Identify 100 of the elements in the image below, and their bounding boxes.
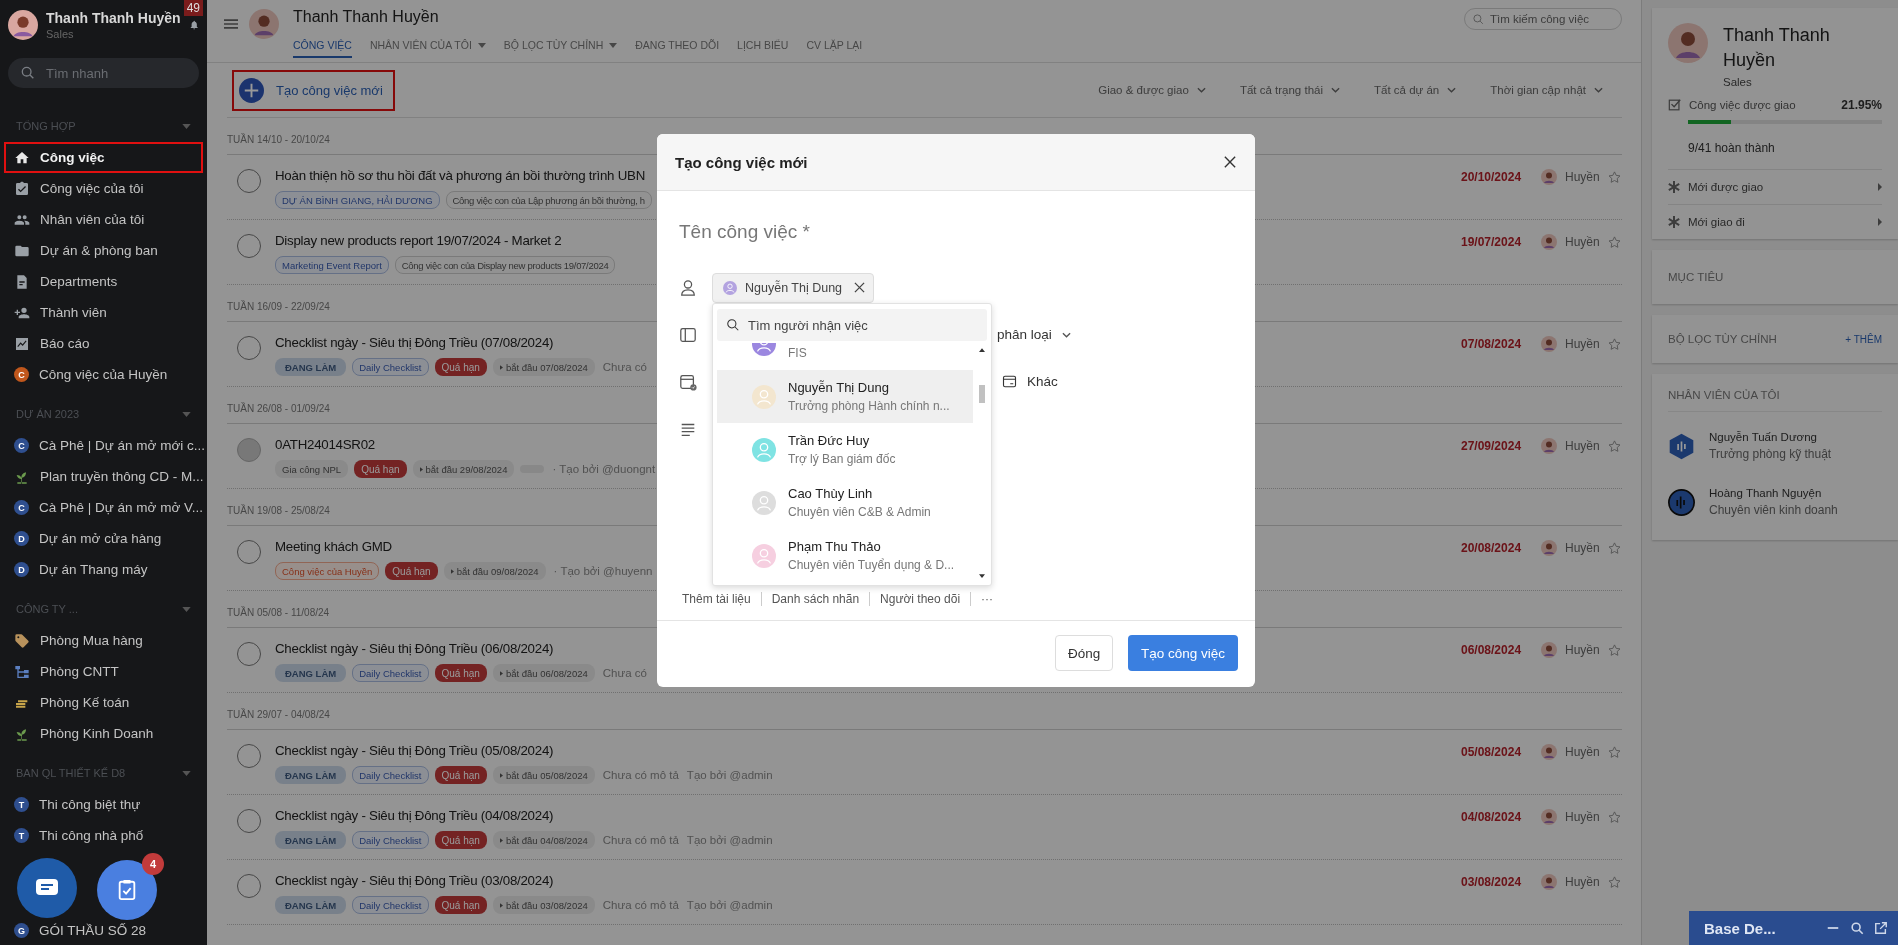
toolbar-item[interactable]: ··· xyxy=(981,592,994,606)
scroll-down-icon[interactable] xyxy=(979,574,985,578)
tag: Gia công NPL xyxy=(275,460,349,478)
toolbar-item[interactable]: Người theo dõi xyxy=(880,592,961,606)
assignee-chip[interactable]: Nguyễn Thị Dung xyxy=(712,272,875,303)
filter-dropdown[interactable]: Thời gian cập nhật xyxy=(1490,84,1603,96)
profile-role: Sales xyxy=(1723,76,1753,88)
sidebar-item[interactable]: Công việc của tôi xyxy=(0,173,207,204)
tag: ĐANG LÀM xyxy=(275,664,347,682)
sidebar-item[interactable]: Phòng Kế toán xyxy=(0,687,207,718)
sidebar-item[interactable]: Phòng CNTT xyxy=(0,656,207,687)
sidebar-item[interactable]: Báo cáo xyxy=(0,328,207,359)
staff-name[interactable]: Nguyễn Tuấn Dương xyxy=(1709,431,1832,443)
star-icon[interactable] xyxy=(1607,234,1622,250)
caret-icon[interactable] xyxy=(182,770,191,776)
task-title[interactable]: Checklist ngày - Siêu thị Đông Triều (03/08/2024) xyxy=(275,871,1461,891)
filter-dropdown[interactable]: Tất cả dự án xyxy=(1374,84,1457,96)
star-icon[interactable] xyxy=(1607,438,1622,454)
task-title[interactable]: Checklist ngày - Siêu thị Đông Triều (04/08/2024) xyxy=(275,806,1461,826)
toolbar-item[interactable]: Thêm tài liệu xyxy=(682,592,751,606)
search-icon xyxy=(726,318,740,332)
star-icon[interactable] xyxy=(1607,744,1622,760)
sidebar-item[interactable]: Departments xyxy=(0,266,207,297)
week-title: TUẦN 14/10 - 20/10/24 xyxy=(227,134,330,145)
chat-widget-bar[interactable]: Base De... xyxy=(1689,911,1898,945)
sidebar-item[interactable]: Plan truyền thông CD - M... xyxy=(0,461,207,492)
sidebar-item[interactable]: C Cà Phê | Dự án mở mới c... xyxy=(0,430,207,461)
person-option[interactable]: FIS xyxy=(717,343,973,370)
plus-icon xyxy=(239,77,264,103)
week-title: TUẦN 26/08 - 01/09/24 xyxy=(227,403,330,414)
sidebar-item[interactable]: Thành viên xyxy=(0,297,207,328)
search-icon xyxy=(1472,13,1485,26)
person-option[interactable]: Phạm Thu Thảo Chuyên viên Tuyển dụng & D... xyxy=(717,529,973,582)
due-date: 19/07/2024 xyxy=(1461,235,1523,249)
search-field[interactable]: Tìm kiếm công việc xyxy=(1464,8,1622,30)
menu-icon[interactable] xyxy=(224,19,238,29)
sidebar-item[interactable]: C Công việc của Huyền xyxy=(0,359,207,390)
star-icon[interactable] xyxy=(1607,809,1622,825)
profile-link[interactable]: Mới giao đi xyxy=(1668,204,1882,239)
category-select[interactable]: phân loại xyxy=(997,327,1071,342)
sidebar-item[interactable]: Công việc xyxy=(4,142,203,173)
close-icon[interactable] xyxy=(1224,156,1236,168)
caret-icon[interactable] xyxy=(182,123,191,129)
caret-icon[interactable] xyxy=(182,411,191,417)
user-name: Thanh Thanh Huyền xyxy=(46,10,181,26)
sidebar-item[interactable]: Dự án & phòng ban xyxy=(0,235,207,266)
star-icon[interactable] xyxy=(1607,540,1622,556)
letter-avatar: C xyxy=(14,438,29,453)
assignee-avatar xyxy=(1541,336,1557,352)
card-title: MỤC TIÊU xyxy=(1668,271,1724,283)
chevron-icon xyxy=(1196,87,1206,93)
checkbox-icon xyxy=(1668,98,1682,112)
sidebar-item[interactable]: G GÓI THẦU SỐ 28 xyxy=(0,915,207,945)
sidebar-item[interactable]: Phòng Kinh Doanh xyxy=(0,718,207,749)
person-option[interactable]: Nguyễn Thị Dung Trưởng phòng Hành chính n... xyxy=(717,370,973,423)
scroll-up-icon[interactable] xyxy=(979,348,985,352)
other-option[interactable]: Khác xyxy=(1002,374,1058,389)
assignee-name: Huyền xyxy=(1565,643,1601,657)
calendar-check-icon xyxy=(679,372,697,391)
sidebar-item[interactable]: Phòng Mua hàng xyxy=(0,625,207,656)
sidebar-item[interactable]: D Dự án mở cửa hàng xyxy=(0,523,207,554)
remove-icon[interactable] xyxy=(854,282,866,293)
letter-avatar: T xyxy=(14,828,29,843)
search-field[interactable]: Tìm người nhận việc xyxy=(717,309,987,341)
add-link[interactable]: + THÊM xyxy=(1845,333,1882,345)
profile-link[interactable]: Mới được giao xyxy=(1668,169,1882,204)
arrow-icon xyxy=(1878,218,1882,226)
document-icon xyxy=(14,273,30,290)
caret-icon xyxy=(477,42,486,48)
task-title[interactable]: Checklist ngày - Siêu thị Đông Triều (05/08/2024) xyxy=(275,741,1461,761)
person-option[interactable]: Cao Thùy Linh Chuyên viên C&B & Admin xyxy=(717,476,973,529)
search-field[interactable]: Tìm nhanh xyxy=(8,58,199,88)
tab[interactable]: CÔNG VIỆC xyxy=(293,34,352,58)
external-link-icon[interactable] xyxy=(1874,921,1888,935)
sidebar-item[interactable]: C Cà Phê | Dự án mở mở V... xyxy=(0,492,207,523)
person-option[interactable]: Trần Đức Huy Trợ lý Ban giám đốc xyxy=(717,423,973,476)
create-task-button[interactable]: Tạo công việc mới xyxy=(232,69,395,111)
hexagon-logo-icon xyxy=(1668,432,1695,460)
tag: ĐANG LÀM xyxy=(275,358,347,376)
triangle-icon xyxy=(450,568,454,574)
tag: Quá hạn xyxy=(434,896,487,914)
scrollbar-thumb[interactable] xyxy=(979,385,985,403)
created-by: Tạo bởi @admin xyxy=(686,899,773,911)
staff-name[interactable]: Hoàng Thanh Nguyện xyxy=(1709,487,1838,499)
sidebar-item[interactable]: D Dự án Thang máy xyxy=(0,554,207,585)
filter-dropdown[interactable]: Tất cả trạng thái xyxy=(1239,84,1340,96)
sidebar-item[interactable]: Nhân viên của tôi xyxy=(0,204,207,235)
star-icon[interactable] xyxy=(1607,169,1622,185)
create-button[interactable]: Tạo công việc xyxy=(1128,635,1238,671)
star-icon[interactable] xyxy=(1607,642,1622,658)
search-icon[interactable] xyxy=(1850,921,1864,935)
toolbar-item[interactable]: Danh sách nhãn xyxy=(771,592,860,606)
close-button[interactable]: Đóng xyxy=(1055,635,1113,671)
caret-icon[interactable] xyxy=(182,606,191,612)
star-icon[interactable] xyxy=(1607,336,1622,352)
sidebar-item[interactable]: T Thi công nhà phố xyxy=(0,820,207,851)
start-date-tag: bắt đầu 05/08/2024 xyxy=(492,766,595,784)
star-icon[interactable] xyxy=(1607,874,1622,890)
sidebar-item[interactable]: T Thi công biệt thự xyxy=(0,789,207,820)
filter-dropdown[interactable]: Giao & được giao xyxy=(1098,84,1206,96)
